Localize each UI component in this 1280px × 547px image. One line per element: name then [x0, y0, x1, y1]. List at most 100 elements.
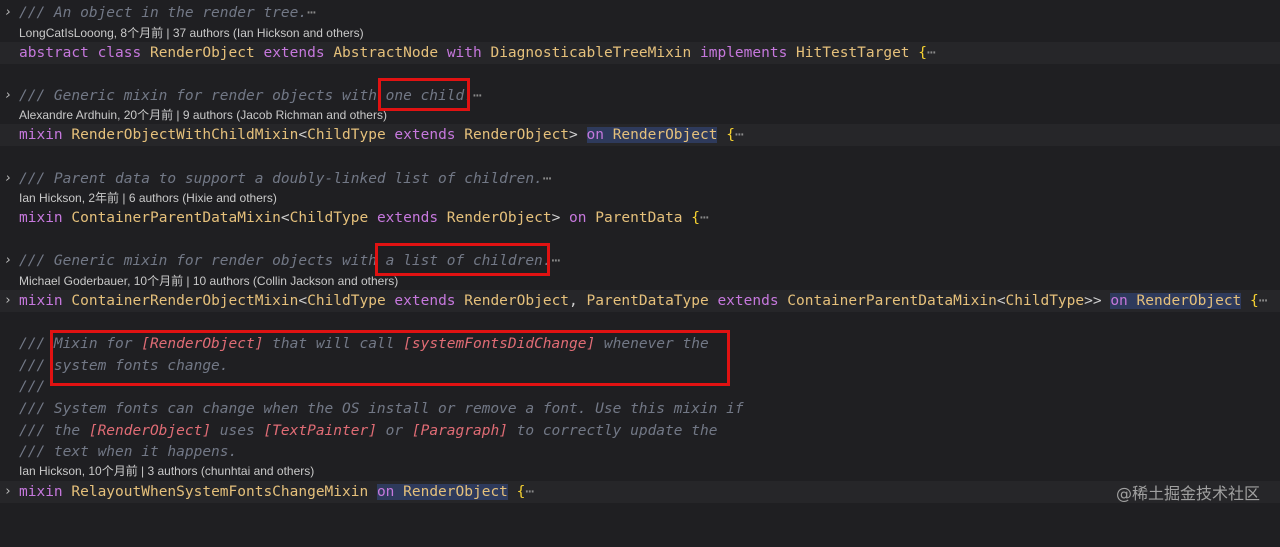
keyword: abstract — [19, 45, 89, 61]
type-name: RenderObject — [446, 210, 552, 226]
keyword: class — [97, 45, 142, 61]
comment-text: /// An object in the render tree. — [19, 5, 308, 21]
keyword: mixin — [19, 484, 63, 500]
type-name: RenderObjectWithChildMixin — [71, 127, 299, 143]
chevron-right-icon[interactable]: › — [2, 481, 14, 503]
keyword: on — [569, 210, 587, 226]
comment-text: /// text when it happens. — [19, 444, 238, 460]
collapsed-doc-comment[interactable]: › /// Generic mixin for render objects w… — [0, 250, 1280, 272]
punct: < — [298, 127, 308, 143]
fold-ellipsis-icon[interactable]: ⋯ — [700, 210, 709, 226]
type-name: ContainerParentDataMixin — [71, 210, 281, 226]
punct: >> — [1084, 293, 1102, 309]
git-blame-annotation[interactable]: Ian Hickson, 10个月前 | 3 authors (chunhtai… — [0, 463, 1280, 479]
code-line-containerparentdatamixin: mixin ContainerParentDataMixin<ChildType… — [0, 207, 1280, 229]
comment-text: /// System fonts can change when the OS … — [19, 401, 744, 417]
code-line-containerrenderobjectmixin: › mixin ContainerRenderObjectMixin<Child… — [0, 290, 1280, 312]
type-name: ChildType — [1005, 293, 1085, 309]
keyword: mixin — [19, 210, 63, 226]
doc-reference: [RenderObject] — [88, 423, 212, 439]
keyword: on — [1110, 293, 1128, 309]
keyword: extends — [394, 127, 456, 143]
keyword: extends — [394, 293, 456, 309]
open-brace: { — [918, 45, 928, 61]
keyword: with — [446, 45, 482, 61]
highlight-box-one-child — [378, 78, 470, 111]
punct: > — [551, 210, 561, 226]
blame-text: Michael Goderbauer, 10个月前 | 10 authors (… — [19, 274, 399, 288]
keyword: extends — [263, 45, 325, 61]
type-name: ParentData — [595, 210, 683, 226]
chevron-right-icon[interactable]: › — [2, 2, 14, 24]
code-line-renderobjectwithchildmixin: mixin RenderObjectWithChildMixin<ChildTy… — [0, 124, 1280, 146]
comment-text: /// Parent data to support a doubly-link… — [19, 171, 543, 187]
type-name: ChildType — [289, 210, 369, 226]
type-name: RenderObject — [1136, 293, 1242, 309]
doc-reference: [TextPainter] — [263, 423, 377, 439]
chevron-right-icon[interactable]: › — [2, 168, 14, 190]
doc-comment-line: /// the [RenderObject] uses [TextPainter… — [0, 420, 1280, 442]
collapsed-doc-comment[interactable]: › /// An object in the render tree.⋯ — [0, 2, 1280, 24]
type-name: ContainerRenderObjectMixin — [71, 293, 299, 309]
ellipsis-icon[interactable]: ⋯ — [307, 5, 316, 21]
git-blame-annotation[interactable]: Michael Goderbauer, 10个月前 | 10 authors (… — [0, 273, 1280, 289]
chevron-right-icon[interactable]: › — [2, 85, 14, 107]
keyword: on — [376, 484, 395, 500]
type-name: RenderObject — [403, 484, 508, 500]
code-line-relayoutwhensystemfontschangemixin: › mixin RelayoutWhenSystemFontsChangeMix… — [0, 481, 1280, 503]
ellipsis-icon[interactable]: ⋯ — [473, 88, 482, 104]
type-name: DiagnosticableTreeMixin — [490, 45, 692, 61]
code-line-renderobject-class: abstract class RenderObject extends Abst… — [0, 42, 1280, 64]
open-brace: { — [1250, 293, 1259, 309]
blame-text: Alexandre Ardhuin, 20个月前 | 9 authors (Ja… — [19, 108, 387, 122]
chevron-right-icon[interactable]: › — [2, 250, 14, 272]
comment-text: /// — [19, 379, 46, 395]
collapsed-doc-comment[interactable]: › /// Parent data to support a doubly-li… — [0, 168, 1280, 190]
highlight-box-list-of-children — [375, 243, 550, 276]
doc-comment-line: /// System fonts can change when the OS … — [0, 398, 1280, 420]
blame-text: Ian Hickson, 10个月前 | 3 authors (chunhtai… — [19, 464, 315, 478]
type-name: RenderObject — [612, 127, 718, 143]
punct: > — [569, 127, 578, 143]
fold-ellipsis-icon[interactable]: ⋯ — [1259, 293, 1268, 309]
ellipsis-icon[interactable]: ⋯ — [543, 171, 552, 187]
type-name: ChildType — [307, 127, 386, 143]
punct: , — [569, 293, 587, 309]
git-blame-annotation[interactable]: Alexandre Ardhuin, 20个月前 | 9 authors (Ja… — [0, 107, 1280, 123]
punct: < — [996, 293, 1006, 309]
doc-comment-line: /// text when it happens. — [0, 441, 1280, 463]
type-name: RenderObject — [464, 127, 570, 143]
keyword: extends — [717, 293, 779, 309]
keyword: mixin — [19, 293, 63, 309]
fold-ellipsis-icon[interactable]: ⋯ — [927, 45, 936, 61]
comment-text: to correctly update the — [507, 423, 718, 439]
type-name: ContainerParentDataMixin — [787, 293, 997, 309]
git-blame-annotation[interactable]: Ian Hickson, 2年前 | 6 authors (Hixie and … — [0, 190, 1280, 206]
doc-reference: [Paragraph] — [411, 423, 508, 439]
comment-text: or — [376, 423, 412, 439]
keyword: implements — [700, 45, 788, 61]
blame-text: LongCatIsLooong, 8个月前 | 37 authors (Ian … — [19, 26, 364, 40]
comment-text: /// the — [19, 423, 89, 439]
ellipsis-icon[interactable]: ⋯ — [552, 253, 561, 269]
punct: < — [280, 210, 290, 226]
chevron-right-icon[interactable]: › — [2, 290, 14, 312]
blame-text: Ian Hickson, 2年前 | 6 authors (Hixie and … — [19, 191, 277, 205]
collapsed-doc-comment[interactable]: › /// Generic mixin for render objects w… — [0, 85, 1280, 107]
git-blame-annotation[interactable]: LongCatIsLooong, 8个月前 | 37 authors (Ian … — [0, 25, 1280, 41]
fold-ellipsis-icon[interactable]: ⋯ — [735, 127, 744, 143]
open-brace: { — [726, 127, 735, 143]
type-name: RelayoutWhenSystemFontsChangeMixin — [71, 484, 369, 500]
keyword: extends — [376, 210, 439, 226]
comment-text: uses — [211, 423, 264, 439]
fold-ellipsis-icon[interactable]: ⋯ — [525, 484, 534, 500]
type-name: RenderObject — [149, 45, 255, 61]
punct: < — [298, 293, 308, 309]
open-brace: { — [691, 210, 701, 226]
type-name: ChildType — [307, 293, 386, 309]
keyword: on — [586, 127, 604, 143]
type-name: AbstractNode — [333, 45, 439, 61]
keyword: mixin — [19, 127, 63, 143]
type-name: HitTestTarget — [796, 45, 910, 61]
watermark: @稀土掘金技术社区 — [1115, 484, 1260, 503]
